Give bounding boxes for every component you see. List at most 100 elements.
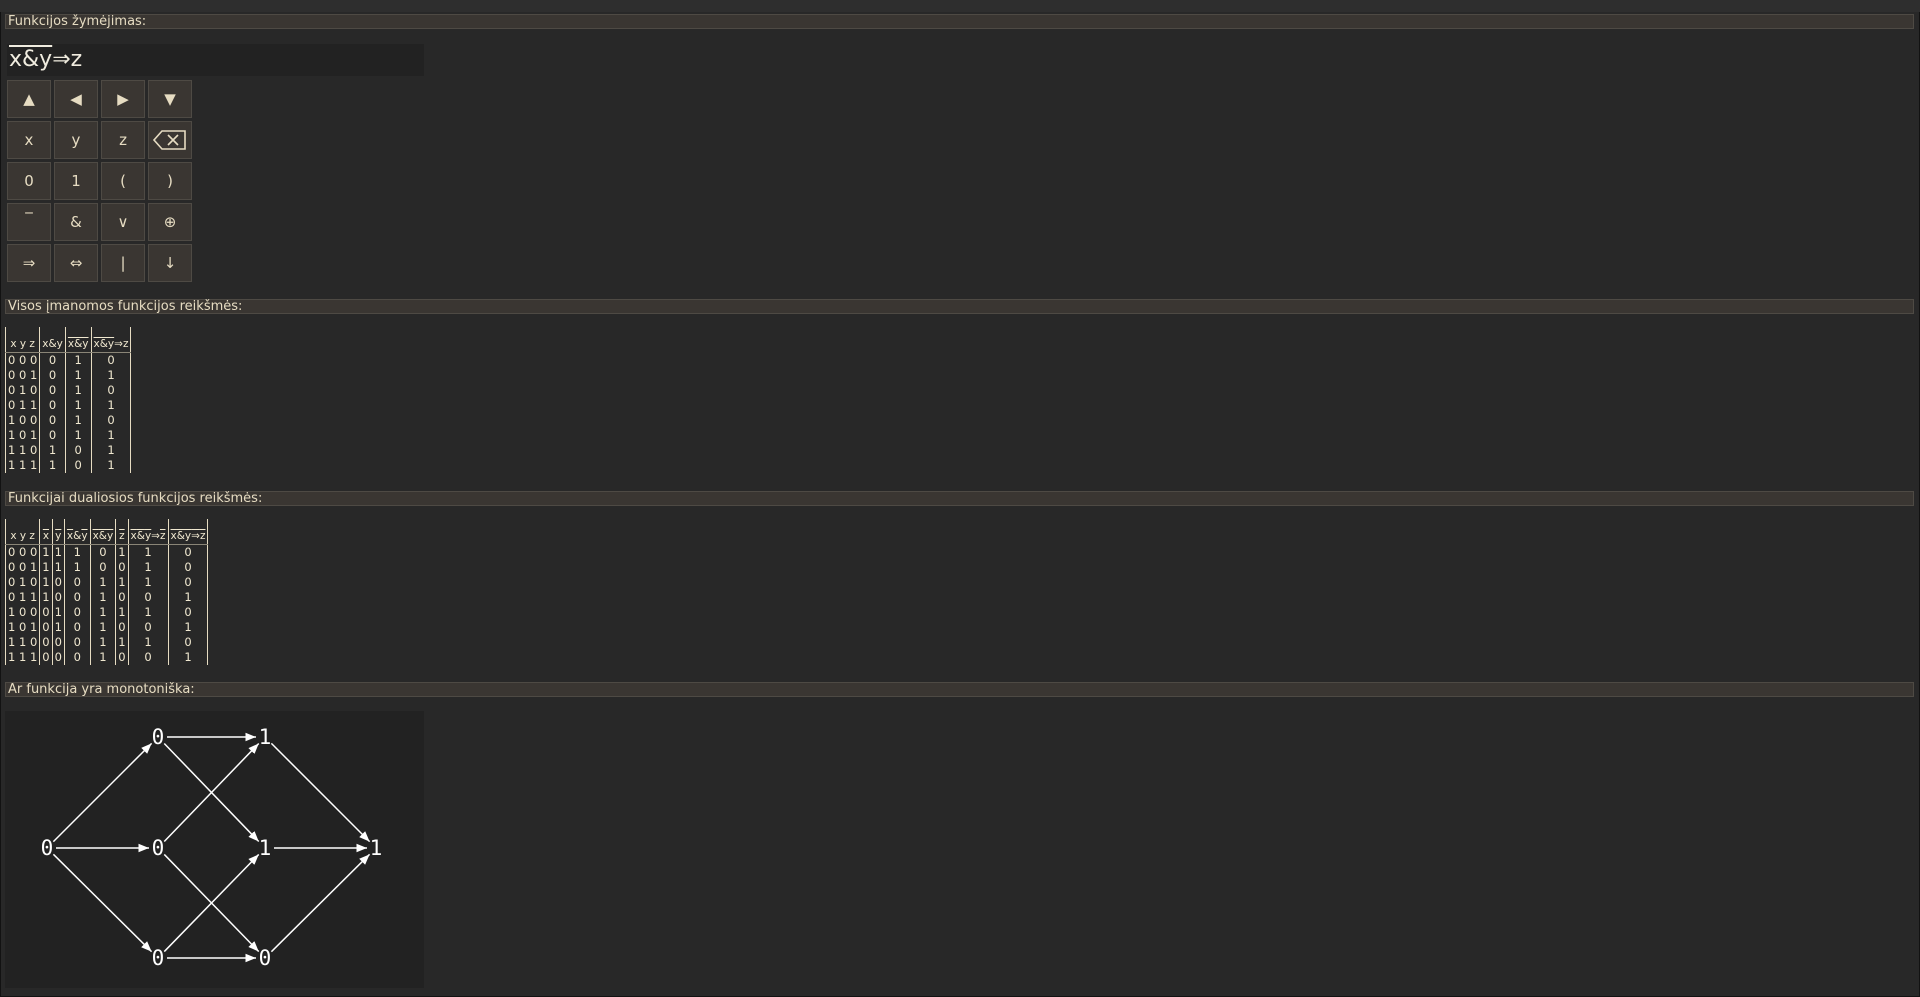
table-cell: 0 bbox=[168, 560, 209, 575]
column-header: x&y bbox=[90, 519, 117, 545]
table-row: 0 1 01001110 bbox=[4, 575, 209, 590]
arrow-down-button[interactable]: ▼ bbox=[148, 80, 192, 118]
table-cell: 1 bbox=[128, 605, 169, 620]
open-paren-button[interactable]: ( bbox=[101, 162, 145, 200]
graph-node-value: 0 bbox=[152, 946, 165, 970]
table-cell: 1 bbox=[39, 443, 66, 458]
table-cell: 0 0 0 bbox=[4, 352, 41, 368]
equivalence-button[interactable]: ⇔ bbox=[54, 244, 98, 282]
arrow-up-button[interactable]: ▲ bbox=[7, 80, 51, 118]
table-cell: 0 1 1 bbox=[4, 398, 41, 413]
monotonicity-graph: 0 0 0 1 0 1 0 1 bbox=[5, 711, 424, 988]
table-row: 1 0 1011 bbox=[4, 428, 132, 443]
graph-edge bbox=[52, 853, 153, 953]
top-bar bbox=[0, 0, 1920, 12]
table-cell: 0 bbox=[64, 575, 91, 590]
table-cell: 0 0 1 bbox=[4, 368, 41, 383]
table-row: 1 0 10101001 bbox=[4, 620, 209, 635]
table-cell: 0 bbox=[115, 590, 129, 605]
table-cell: 0 bbox=[65, 443, 92, 458]
table-cell: 1 bbox=[90, 605, 117, 620]
table-cell: 1 bbox=[65, 413, 92, 428]
graph-edge bbox=[52, 742, 153, 843]
table-cell: 1 bbox=[91, 428, 132, 443]
table-header-row: x y z x y x&y x&y z x&y⇒z x&y⇒z bbox=[4, 519, 209, 545]
table-cell: 1 bbox=[90, 575, 117, 590]
table-cell: 0 1 1 bbox=[4, 590, 41, 605]
key-x-button[interactable]: x bbox=[7, 121, 51, 159]
table-row: 1 1 1101 bbox=[4, 458, 132, 473]
table-header-row: x y z x&y x&y x&y⇒z bbox=[4, 327, 132, 353]
expression-display[interactable]: x&y⇒z bbox=[7, 44, 424, 76]
graph-node-value: 0 bbox=[259, 946, 272, 970]
section-header-truth-table: Visos įmanomos funkcijos reikšmės: bbox=[5, 299, 1914, 314]
table-cell: 0 bbox=[39, 352, 66, 368]
arrow-right-button[interactable]: ▶ bbox=[101, 80, 145, 118]
graph-edge bbox=[270, 742, 371, 843]
table-cell: 1 bbox=[91, 443, 132, 458]
close-paren-button[interactable]: ) bbox=[148, 162, 192, 200]
table-cell: 1 bbox=[90, 635, 117, 650]
column-header: x bbox=[39, 519, 53, 545]
table-cell: 0 bbox=[64, 650, 91, 665]
graph-node-value: 1 bbox=[370, 836, 383, 860]
table-cell: 0 bbox=[39, 368, 66, 383]
table-cell: 1 bbox=[91, 458, 132, 473]
table-cell: 0 bbox=[52, 575, 65, 590]
column-header: x y z bbox=[4, 327, 41, 353]
peirce-arrow-button[interactable]: ↓ bbox=[148, 244, 192, 282]
table-cell: 1 bbox=[52, 605, 65, 620]
negation-button[interactable]: ‾ bbox=[7, 203, 51, 241]
and-button[interactable]: & bbox=[54, 203, 98, 241]
table-cell: 0 bbox=[128, 620, 169, 635]
table-cell: 0 bbox=[64, 590, 91, 605]
key-one-button[interactable]: 1 bbox=[54, 162, 98, 200]
truth-table: x y z x&y x&y x&y⇒z 0 0 00100 0 10110 1 … bbox=[4, 327, 132, 473]
table-row: 0 0 0010 bbox=[4, 352, 132, 368]
column-header: x y z bbox=[4, 519, 41, 545]
key-y-button[interactable]: y bbox=[54, 121, 98, 159]
table-cell: 1 0 0 bbox=[4, 605, 41, 620]
table-cell: 0 bbox=[39, 413, 66, 428]
table-cell: 0 0 0 bbox=[4, 544, 41, 560]
table-row: 0 1 1011 bbox=[4, 398, 132, 413]
sheffer-stroke-button[interactable]: | bbox=[101, 244, 145, 282]
or-button[interactable]: ∨ bbox=[101, 203, 145, 241]
table-row: 1 1 00001110 bbox=[4, 635, 209, 650]
table-cell: 1 bbox=[52, 620, 65, 635]
table-cell: 0 bbox=[128, 590, 169, 605]
table-row: 0 0 11110010 bbox=[4, 560, 209, 575]
table-cell: 0 bbox=[168, 605, 209, 620]
arrow-left-button[interactable]: ◀ bbox=[54, 80, 98, 118]
table-cell: 1 1 1 bbox=[4, 458, 41, 473]
table-cell: 0 bbox=[115, 620, 129, 635]
xor-button[interactable]: ⊕ bbox=[148, 203, 192, 241]
table-cell: 0 bbox=[65, 458, 92, 473]
table-cell: 0 bbox=[39, 650, 53, 665]
implication-button[interactable]: ⇒ bbox=[7, 244, 51, 282]
table-cell: 0 bbox=[90, 560, 117, 575]
table-cell: 1 bbox=[115, 544, 129, 560]
graph-node-value: 1 bbox=[259, 725, 272, 749]
table-cell: 0 bbox=[39, 635, 53, 650]
table-cell: 0 bbox=[39, 605, 53, 620]
section-header-dual-table: Funkcijai dualiosios funkcijos reikšmės: bbox=[5, 491, 1914, 506]
table-cell: 0 bbox=[39, 383, 66, 398]
backspace-button[interactable] bbox=[148, 121, 192, 159]
table-cell: 1 bbox=[52, 560, 65, 575]
table-cell: 1 bbox=[65, 368, 92, 383]
table-cell: 1 bbox=[52, 544, 65, 560]
table-cell: 0 1 0 bbox=[4, 383, 41, 398]
column-header: x&y⇒z bbox=[128, 519, 169, 545]
key-zero-button[interactable]: 0 bbox=[7, 162, 51, 200]
table-cell: 1 bbox=[65, 383, 92, 398]
table-cell: 1 bbox=[91, 368, 132, 383]
table-row: 0 0 1011 bbox=[4, 368, 132, 383]
table-cell: 0 bbox=[91, 413, 132, 428]
hasse-diagram: 0 0 0 1 0 1 0 1 bbox=[41, 725, 383, 970]
column-header: y bbox=[52, 519, 65, 545]
key-z-button[interactable]: z bbox=[101, 121, 145, 159]
table-row: 1 0 0010 bbox=[4, 413, 132, 428]
table-row: 0 0 01110110 bbox=[4, 544, 209, 560]
table-cell: 0 bbox=[52, 650, 65, 665]
